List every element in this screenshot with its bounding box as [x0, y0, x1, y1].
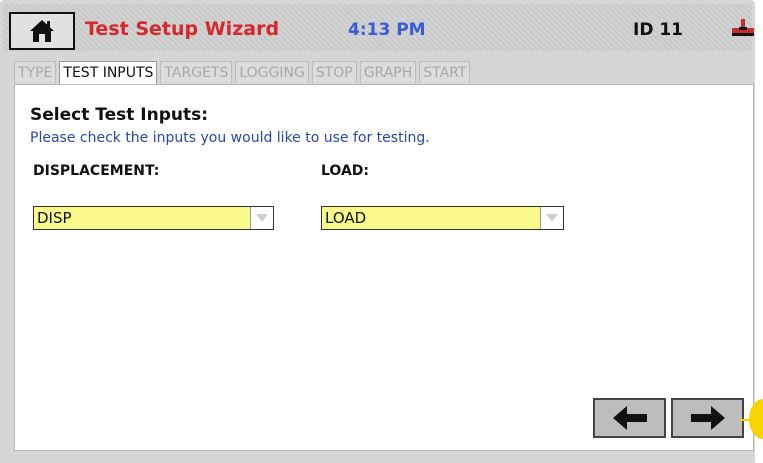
next-button[interactable] [671, 398, 744, 438]
arrow-left-icon [612, 406, 647, 430]
back-button[interactable] [593, 398, 666, 438]
instructions-text: Please check the inputs you would like t… [30, 130, 430, 146]
load-select-value: LOAD [325, 209, 367, 227]
page-title: Select Test Inputs: [30, 105, 209, 125]
wizard-title: Test Setup Wizard [85, 18, 280, 40]
pipe-connection-icon[interactable] [732, 19, 754, 43]
tab-start[interactable]: START [419, 61, 471, 83]
header-bar: Test Setup Wizard 4:13 PM ID 11 [3, 4, 754, 51]
dropdown-arrow-icon[interactable] [540, 207, 563, 229]
test-inputs-panel: Select Test Inputs: Please check the inp… [14, 84, 754, 451]
arrow-right-icon [690, 406, 725, 430]
load-select[interactable]: LOAD [321, 206, 564, 230]
tab-logging[interactable]: LOGGING [235, 61, 309, 83]
station-id: ID 11 [633, 20, 684, 40]
wizard-tabs: TYPE TEST INPUTS TARGETS LOGGING STOP GR… [14, 61, 471, 85]
tab-stop[interactable]: STOP [311, 61, 357, 83]
tab-type[interactable]: TYPE [14, 61, 57, 83]
tab-test-inputs[interactable]: TEST INPUTS [59, 61, 158, 85]
clock: 4:13 PM [348, 20, 426, 40]
displacement-select[interactable]: DISP [33, 206, 274, 230]
displacement-select-value: DISP [37, 209, 72, 227]
dropdown-arrow-icon[interactable] [250, 207, 273, 229]
tab-graph[interactable]: GRAPH [359, 61, 417, 83]
home-icon [30, 20, 54, 42]
displacement-label: DISPLACEMENT: [33, 163, 160, 179]
load-label: LOAD: [321, 163, 370, 179]
home-button[interactable] [9, 12, 75, 50]
tab-targets[interactable]: TARGETS [160, 61, 233, 83]
